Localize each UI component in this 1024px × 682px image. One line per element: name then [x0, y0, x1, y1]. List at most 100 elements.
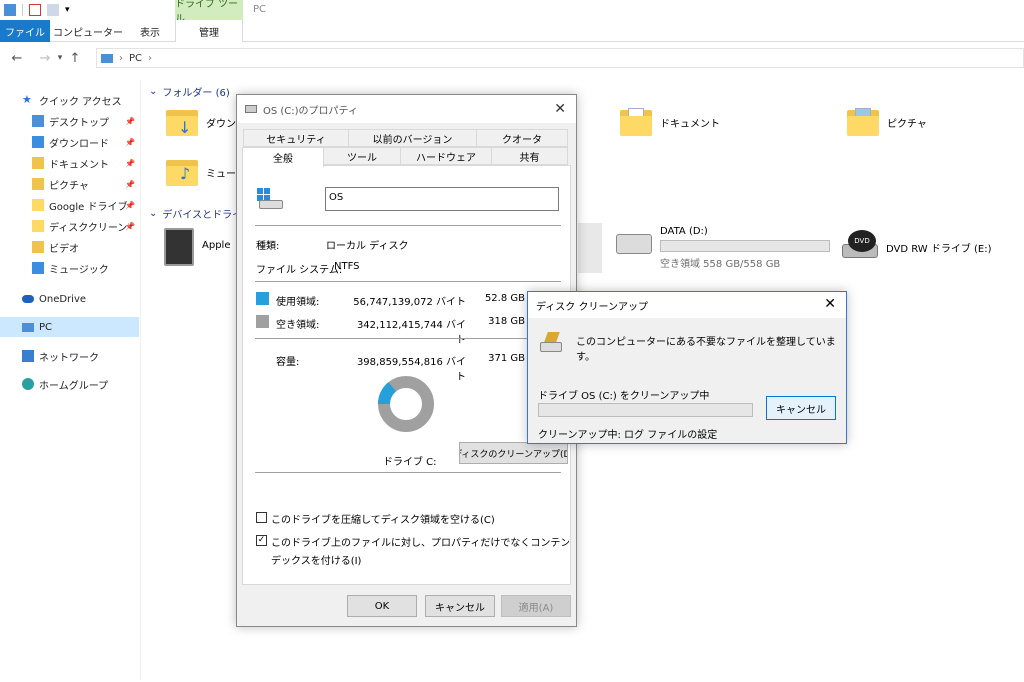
close-icon[interactable]: ✕ — [554, 101, 566, 117]
folder-icon — [32, 220, 44, 232]
pin-icon[interactable]: 📌 — [125, 201, 135, 210]
used-space-gb: 52.8 GB — [484, 293, 525, 304]
folder-label: ピクチャ — [887, 118, 927, 130]
nav-quick-access[interactable]: ★ クイック アクセス — [0, 90, 139, 110]
address-field[interactable]: › PC › — [96, 48, 1024, 68]
used-space-bytes: 56,747,139,072 バイト — [353, 297, 466, 308]
videos-folder-icon — [32, 241, 44, 253]
nav-homegroup[interactable]: ホームグループ — [0, 374, 139, 394]
forward-arrow-icon[interactable]: → — [36, 49, 54, 67]
pin-icon[interactable]: 📌 — [125, 159, 135, 168]
cloud-icon — [22, 295, 34, 303]
download-folder-icon: ↓ — [166, 108, 198, 137]
pin-icon[interactable]: 📌 — [125, 222, 135, 231]
up-arrow-icon[interactable]: ↑ — [66, 49, 84, 67]
folder-label: ドキュメント — [660, 118, 720, 130]
chevron-down-icon[interactable]: ⌄ — [149, 208, 157, 219]
apply-button[interactable]: 適用(A) — [501, 595, 571, 617]
nav-label: ダウンロード — [49, 138, 109, 150]
device-label: Apple — [202, 240, 231, 251]
pane-divider[interactable] — [140, 80, 141, 680]
device-apple[interactable]: Apple — [164, 228, 230, 266]
divider — [255, 472, 561, 473]
close-icon[interactable]: ✕ — [824, 296, 836, 312]
drive-tools-context-tab: ドライブ ツール — [175, 0, 243, 25]
documents-folder-icon — [32, 157, 44, 169]
new-folder-icon[interactable] — [47, 4, 59, 16]
tab-general[interactable]: 全般 — [242, 147, 324, 167]
tab-file[interactable]: ファイル — [0, 20, 50, 42]
divider — [255, 281, 561, 282]
folder-music[interactable]: ♪ ミュージ — [166, 158, 246, 186]
tab-sharing[interactable]: 共有 — [491, 147, 568, 165]
nav-label: デスクトップ — [49, 117, 109, 129]
drive-dvd-e[interactable]: DVD DVD RW ドライブ (E:) — [842, 230, 992, 264]
tab-security[interactable]: セキュリティ — [243, 129, 349, 147]
pin-icon[interactable]: 📌 — [125, 117, 135, 126]
tab-tools[interactable]: ツール — [323, 147, 401, 165]
desktop-folder-icon — [32, 115, 44, 127]
tab-computer[interactable]: コンピューター — [50, 20, 126, 42]
hard-drive-icon — [616, 234, 652, 254]
tab-hardware[interactable]: ハードウェア — [400, 147, 492, 165]
ok-button[interactable]: OK — [347, 595, 417, 617]
tab-manage[interactable]: 管理 — [175, 20, 243, 42]
customize-toolbar-icon[interactable]: ▾ — [65, 5, 70, 15]
free-space-label: 空き領域: — [276, 320, 320, 331]
folder-documents[interactable]: ドキュメント — [620, 108, 720, 136]
nav-onedrive[interactable]: OneDrive — [0, 289, 139, 309]
nav-item-music[interactable]: ミュージック — [0, 258, 139, 278]
nav-label: ミュージック — [49, 264, 109, 276]
nav-pc[interactable]: PC — [0, 317, 139, 337]
pictures-folder-icon — [32, 178, 44, 190]
drive-data-d[interactable]: DATA (D:) 空き領域 558 GB/558 GB — [616, 226, 830, 270]
type-label: 種類: — [256, 241, 280, 252]
hidden-drive-tile[interactable] — [578, 223, 602, 273]
address-path[interactable]: PC — [129, 53, 142, 64]
star-icon: ★ — [22, 93, 32, 106]
compress-label: このドライブを圧縮してディスク領域を空ける(C) — [271, 515, 495, 526]
pin-icon[interactable]: 📌 — [125, 138, 135, 147]
dialog-titlebar[interactable]: ディスク クリーンアップ — [528, 292, 846, 318]
dialog-titlebar[interactable]: OS (C:)のプロパティ — [237, 95, 576, 123]
drive-name: DATA (D:) — [660, 226, 708, 237]
nav-item-downloads[interactable]: ダウンロード 📌 — [0, 132, 139, 152]
usage-donut-chart — [378, 376, 434, 432]
nav-item-disk-cleanup[interactable]: ディスククリーンアップ 📌 — [0, 216, 139, 236]
chevron-right-icon[interactable]: › — [148, 53, 152, 64]
nav-label: ディスククリーンアップ — [49, 222, 129, 234]
index-checkbox[interactable]: ✓ — [256, 535, 267, 546]
nav-network[interactable]: ネットワーク — [0, 346, 139, 366]
nav-item-pictures[interactable]: ピクチャ 📌 — [0, 174, 139, 194]
folders-group-header[interactable]: ⌄ フォルダー (6) — [149, 84, 230, 99]
group-title: フォルダー (6) — [162, 88, 230, 99]
drive-name-input[interactable]: OS — [325, 187, 559, 211]
filesystem-value: NTFS — [334, 261, 360, 272]
compress-checkbox[interactable] — [256, 512, 267, 523]
cancel-button[interactable]: キャンセル — [425, 595, 495, 617]
download-folder-icon — [32, 136, 44, 148]
tab-quota[interactable]: クオータ — [476, 129, 568, 147]
nav-item-videos[interactable]: ビデオ — [0, 237, 139, 257]
nav-label: ネットワーク — [39, 352, 99, 364]
recent-locations-chevron-icon[interactable]: ▾ — [54, 49, 66, 67]
disk-cleanup-button[interactable]: ディスクのクリーンアップ(D) — [459, 442, 568, 464]
folder-icon — [32, 199, 44, 211]
tab-previous-versions[interactable]: 以前のバージョン — [348, 129, 477, 147]
pin-icon[interactable]: 📌 — [125, 180, 135, 189]
folder-downloads[interactable]: ↓ ダウンロ — [166, 108, 246, 137]
back-arrow-icon[interactable]: ← — [8, 49, 26, 67]
cleanup-cancel-button[interactable]: キャンセル — [766, 396, 836, 420]
nav-item-documents[interactable]: ドキュメント 📌 — [0, 153, 139, 173]
folder-pictures[interactable]: ピクチャ — [847, 108, 927, 136]
nav-item-google-drive[interactable]: Google ドライブ 📌 — [0, 195, 139, 215]
network-icon — [22, 350, 34, 362]
chevron-right-icon[interactable]: › — [119, 53, 123, 64]
chevron-down-icon[interactable]: ⌄ — [149, 86, 157, 97]
nav-item-desktop[interactable]: デスクトップ 📌 — [0, 111, 139, 131]
tab-view[interactable]: 表示 — [126, 20, 174, 42]
free-space-gb: 318 GB — [488, 316, 525, 327]
nav-label: ピクチャ — [49, 180, 89, 192]
properties-icon[interactable] — [29, 4, 41, 16]
cleanup-progress-bar — [538, 403, 753, 417]
